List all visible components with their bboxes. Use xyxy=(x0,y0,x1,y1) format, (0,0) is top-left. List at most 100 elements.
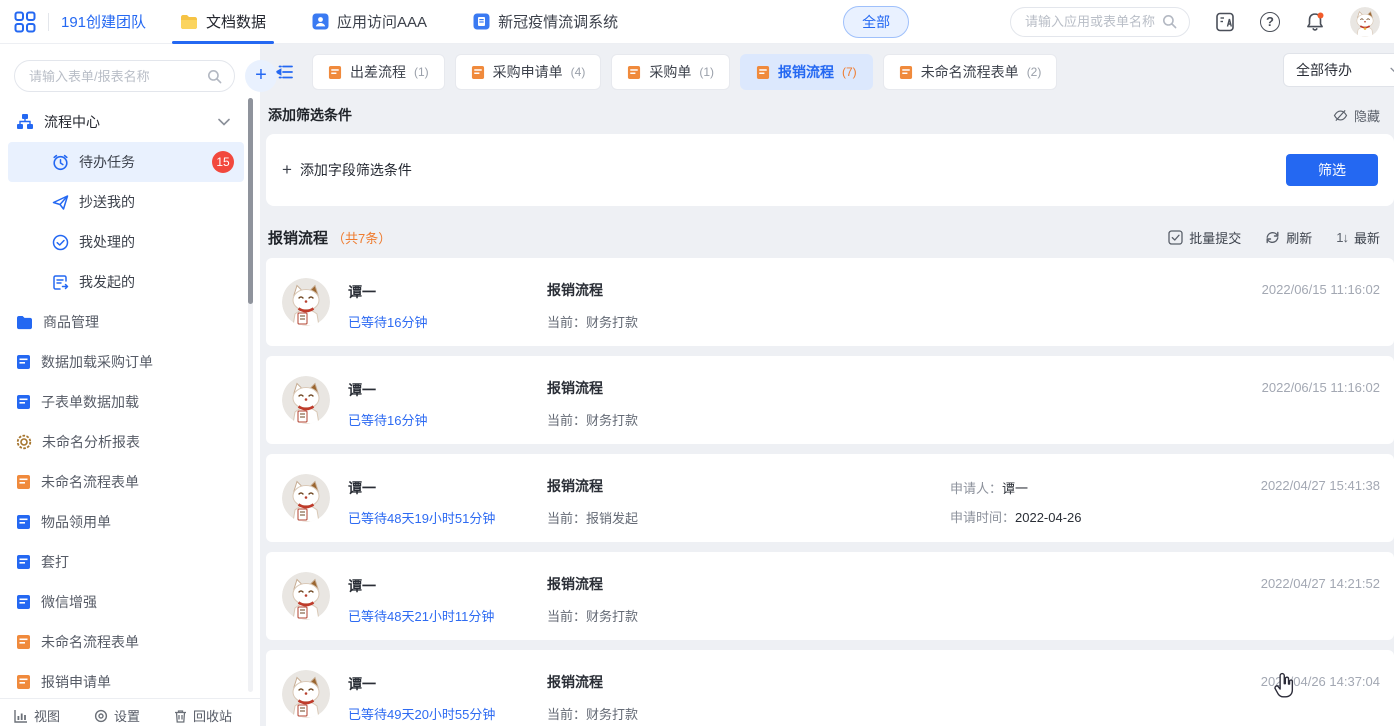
waiting-duration-link[interactable]: 已等待16分钟 xyxy=(348,312,547,331)
tab-covid-system[interactable]: 新冠疫情流调系统 xyxy=(473,0,618,44)
search-icon[interactable] xyxy=(207,69,222,84)
sidebar-item-unnamed-process-form-2[interactable]: 未命名流程表单 xyxy=(0,622,260,662)
applicant-label: 申请人： xyxy=(950,481,1002,496)
task-tabbar: 出差流程 (1) 采购申请单 (4) 采购单 (1) xyxy=(266,44,1394,94)
initiator-name: 谭一 xyxy=(348,576,547,596)
current-node: 当前：报销发起 xyxy=(547,508,950,527)
sidebar-search[interactable] xyxy=(14,60,235,92)
current-node: 当前：财务打款 xyxy=(547,704,950,723)
sidebar-item-handled-by-me[interactable]: 我处理的 xyxy=(8,222,244,262)
batch-submit-button[interactable]: 批量提交 xyxy=(1168,228,1241,247)
sidebar-item-reimbursement-form[interactable]: 报销申请单 xyxy=(0,662,260,702)
eye-off-icon xyxy=(1333,109,1348,122)
filter-submit-button[interactable]: 筛选 xyxy=(1286,154,1378,186)
waiting-duration-link[interactable]: 已等待48天21小时11分钟 xyxy=(348,606,547,625)
tab-app-access[interactable]: 应用访问AAA xyxy=(312,0,427,44)
folder-icon xyxy=(180,14,198,30)
footer-settings[interactable]: 设置 xyxy=(94,706,140,725)
process-tab-purchase-order[interactable]: 采购单 (1) xyxy=(611,54,730,90)
form-doc-icon xyxy=(16,514,31,530)
sidebar-item-todo-tasks[interactable]: 待办任务 15 xyxy=(8,142,244,182)
form-doc-icon xyxy=(16,394,31,410)
org-chart-icon xyxy=(16,113,34,131)
plus-icon: + xyxy=(282,160,292,180)
apply-time-label: 申请时间： xyxy=(950,510,1015,525)
topbar-search-input[interactable] xyxy=(1023,13,1162,30)
footer-recycle-bin[interactable]: 回收站 xyxy=(174,706,232,725)
check-circle-icon xyxy=(52,234,69,251)
task-timestamp: 2022/04/26 14:37:04 xyxy=(1261,674,1380,689)
status-filter-value: 全部待办 xyxy=(1296,60,1352,80)
sidebar-scrollbar-thumb[interactable] xyxy=(248,98,253,304)
process-tab-business-trip[interactable]: 出差流程 (1) xyxy=(312,54,445,90)
waiting-duration-link[interactable]: 已等待49天20小时55分钟 xyxy=(348,704,547,723)
current-node: 当前：财务打款 xyxy=(547,312,950,331)
footer-views[interactable]: 视图 xyxy=(14,706,60,725)
tab-label: 应用访问AAA xyxy=(337,11,427,32)
todo-count-badge: 15 xyxy=(212,151,234,173)
sidebar-search-input[interactable] xyxy=(27,68,207,85)
task-row[interactable]: 谭一 已等待49天20小时55分钟 报销流程 当前：财务打款 2022/04/2… xyxy=(266,650,1394,726)
topbar-divider xyxy=(48,13,49,31)
waiting-duration-link[interactable]: 已等待48天19小时51分钟 xyxy=(348,508,547,527)
folder-icon xyxy=(16,315,33,330)
filter-header: 添加筛选条件 隐藏 xyxy=(266,94,1394,134)
add-form-button[interactable]: + xyxy=(245,60,277,92)
all-apps-pill[interactable]: 全部 xyxy=(843,6,909,38)
avatar xyxy=(282,376,330,424)
application-info: 申请人：谭一 申请时间：2022-04-26 xyxy=(950,474,1082,526)
initiator-name: 谭一 xyxy=(348,282,547,302)
status-filter-select[interactable]: 全部待办 xyxy=(1283,53,1394,87)
task-row[interactable]: 谭一 已等待48天19小时51分钟 报销流程 当前：报销发起 申请人：谭一 申请… xyxy=(266,454,1394,542)
trash-icon xyxy=(174,709,187,723)
sort-newest-button[interactable]: 1↓ 最新 xyxy=(1336,228,1380,247)
sidebar-item-cc-to-me[interactable]: 抄送我的 xyxy=(8,182,244,222)
section-label: 流程中心 xyxy=(44,112,100,132)
refresh-button[interactable]: 刷新 xyxy=(1265,228,1312,247)
app-grid-icon[interactable] xyxy=(14,11,36,33)
footer-label: 回收站 xyxy=(193,706,232,725)
user-avatar[interactable] xyxy=(1350,7,1380,37)
filter-title: 添加筛选条件 xyxy=(268,105,352,125)
tab-doc-data[interactable]: 文档数据 xyxy=(180,0,266,44)
gear-icon xyxy=(94,709,108,723)
hide-filter-button[interactable]: 隐藏 xyxy=(1333,106,1380,125)
sidebar-item-data-load-purchase-order[interactable]: 数据加载采购订单 xyxy=(0,342,260,382)
task-row[interactable]: 谭一 已等待48天21小时11分钟 报销流程 当前：财务打款 2022/04/2… xyxy=(266,552,1394,640)
avatar xyxy=(282,670,330,718)
topbar-search[interactable] xyxy=(1010,7,1190,37)
notification-bell-icon[interactable] xyxy=(1304,11,1326,33)
search-icon[interactable] xyxy=(1162,14,1177,29)
current-node: 当前：财务打款 xyxy=(547,606,950,625)
process-tab-unnamed-form[interactable]: 未命名流程表单 (2) xyxy=(883,54,1058,90)
sidebar-item-wechat-enhance[interactable]: 微信增强 xyxy=(0,582,260,622)
help-icon[interactable]: ? xyxy=(1260,12,1280,32)
contacts-icon[interactable] xyxy=(1214,11,1236,33)
process-tab-purchase-request[interactable]: 采购申请单 (4) xyxy=(455,54,602,90)
sidebar-item-label: 未命名流程表单 xyxy=(41,632,139,652)
sidebar-item-unnamed-report[interactable]: 未命名分析报表 xyxy=(0,422,260,462)
chevron-down-icon[interactable] xyxy=(218,118,230,126)
task-row[interactable]: 谭一 已等待16分钟 报销流程 当前：财务打款 2022/06/15 11:16… xyxy=(266,258,1394,346)
process-tab-reimbursement[interactable]: 报销流程 (7) xyxy=(740,54,873,90)
sidebar-item-item-requisition[interactable]: 物品领用单 xyxy=(0,502,260,542)
waiting-duration-link[interactable]: 已等待16分钟 xyxy=(348,410,547,429)
process-title: 报销流程 xyxy=(547,574,950,594)
sidebar-item-label: 待办任务 xyxy=(79,152,135,172)
sidebar-item-subform-data-load[interactable]: 子表单数据加载 xyxy=(0,382,260,422)
avatar xyxy=(282,474,330,522)
sidebar-item-unnamed-process-form-1[interactable]: 未命名流程表单 xyxy=(0,462,260,502)
sidebar-section-process-center[interactable]: 流程中心 xyxy=(0,102,260,142)
add-field-filter-button[interactable]: + 添加字段筛选条件 xyxy=(282,160,412,180)
process-tab-label: 出差流程 xyxy=(350,62,406,82)
collapse-list-icon[interactable] xyxy=(274,61,296,83)
sidebar-item-started-by-me[interactable]: 我发起的 xyxy=(8,262,244,302)
sidebar-item-print-template[interactable]: 套打 xyxy=(0,542,260,582)
process-title: 报销流程 xyxy=(547,378,950,398)
task-timestamp: 2022/04/27 15:41:38 xyxy=(1261,478,1380,493)
sidebar-item-product-management[interactable]: 商品管理 xyxy=(0,302,260,342)
paper-plane-icon xyxy=(52,194,69,211)
sidebar-item-label: 微信增强 xyxy=(41,592,97,612)
task-row[interactable]: 谭一 已等待16分钟 报销流程 当前：财务打款 2022/06/15 11:16… xyxy=(266,356,1394,444)
team-name-link[interactable]: 191创建团队 xyxy=(61,11,146,32)
